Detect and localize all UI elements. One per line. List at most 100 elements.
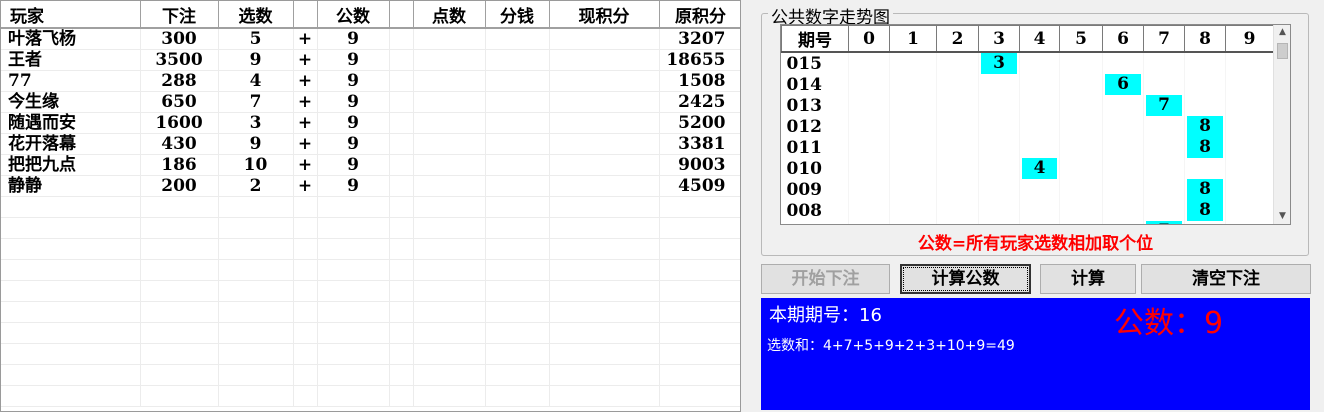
current-score-cell <box>549 175 660 197</box>
table-row[interactable]: 随遇而安 1600 3 +9 5200 <box>1 112 740 134</box>
trend-col-header-digit[interactable]: 7 <box>1143 25 1185 53</box>
trend-empty-marker <box>1062 74 1100 95</box>
trend-col-header-digit[interactable]: 8 <box>1184 25 1226 53</box>
player-name-cell <box>1 322 141 344</box>
trend-empty-cell <box>1225 200 1273 221</box>
calc-button[interactable]: 计算 <box>1040 264 1136 294</box>
trend-empty-cell <box>1143 200 1185 221</box>
col-header-operator[interactable] <box>293 1 318 29</box>
col-header-pick[interactable]: 选数 <box>218 1 294 29</box>
trend-empty-marker <box>851 95 887 116</box>
col-header-original-score[interactable]: 原积分 <box>659 1 740 29</box>
trend-col-header-digit[interactable]: 6 <box>1102 25 1144 53</box>
operator-cell <box>293 280 318 302</box>
trend-empty-cell <box>1225 74 1273 95</box>
start-bet-button[interactable]: 开始下注 <box>761 264 890 294</box>
trend-row[interactable]: 012 8 <box>781 116 1273 137</box>
table-row[interactable] <box>1 385 740 407</box>
trend-row[interactable]: 009 8 <box>781 179 1273 200</box>
trend-col-header-digit[interactable]: 0 <box>848 25 890 53</box>
trend-empty-marker <box>939 158 976 179</box>
table-row[interactable] <box>1 343 740 365</box>
table-row[interactable]: 把把九点 186 10 +9 9003 <box>1 154 740 176</box>
trend-empty-cell <box>1102 158 1144 179</box>
col-header-points[interactable]: 点数 <box>413 1 486 29</box>
bet-amount-cell <box>140 217 219 239</box>
trend-empty-cell <box>1059 137 1103 158</box>
trend-row[interactable]: 014 6 <box>781 74 1273 95</box>
blank-cell <box>389 70 414 92</box>
col-header-public[interactable]: 公数 <box>317 1 390 29</box>
trend-list[interactable]: 期号 0 1 2 3 4 5 6 7 8 9 015 3 014 6 013 7 012 8 011 8 010 4 009… <box>780 24 1291 225</box>
table-row[interactable] <box>1 364 740 386</box>
trend-col-header-digit[interactable]: 5 <box>1059 25 1103 53</box>
trend-empty-marker <box>1105 158 1141 179</box>
table-row[interactable] <box>1 217 740 239</box>
table-row[interactable]: 叶落飞杨 300 5 +9 3207 <box>1 28 740 50</box>
col-header-current-score[interactable]: 现积分 <box>549 1 660 29</box>
blank-cell <box>389 343 414 365</box>
trend-hit-cell: 4 <box>1019 158 1060 179</box>
trend-empty-marker <box>1187 95 1223 116</box>
bet-amount-cell <box>140 238 219 260</box>
payout-cell <box>485 238 550 260</box>
scroll-thumb[interactable] <box>1277 43 1288 59</box>
trend-empty-marker <box>1187 158 1223 179</box>
scroll-up-arrow-icon[interactable]: ▲ <box>1274 25 1290 40</box>
bet-amount-cell <box>140 343 219 365</box>
calc-public-button[interactable]: 计算公数 <box>900 264 1031 294</box>
trend-row[interactable]: 008 8 <box>781 200 1273 221</box>
trend-row[interactable]: 015 3 <box>781 52 1273 74</box>
col-header-payout[interactable]: 分钱 <box>485 1 550 29</box>
trend-empty-marker <box>1105 179 1141 200</box>
trend-empty-cell <box>1059 221 1103 224</box>
original-score-cell <box>659 301 740 323</box>
trend-empty-cell <box>936 158 979 179</box>
trend-row[interactable]: 010 4 <box>781 158 1273 179</box>
table-row[interactable] <box>1 322 740 344</box>
trend-col-header-digit[interactable]: 2 <box>936 25 979 53</box>
bet-amount-cell <box>140 259 219 281</box>
current-score-cell <box>549 217 660 239</box>
trend-scrollbar[interactable]: ▲ ▼ <box>1273 25 1290 224</box>
col-header-blank[interactable] <box>389 1 414 29</box>
table-row[interactable] <box>1 301 740 323</box>
trend-empty-marker <box>851 137 887 158</box>
trend-empty-cell <box>1019 137 1060 158</box>
table-row[interactable]: 花开落幕 430 9 +9 3381 <box>1 133 740 155</box>
trend-empty-marker <box>892 200 934 221</box>
trend-empty-cell <box>889 158 937 179</box>
player-table[interactable]: 玩家 下注 选数 公数 点数 分钱 现积分 原积分 叶落飞杨 300 5 +9 3207… <box>0 0 741 412</box>
table-row[interactable]: 77 288 4 +9 1508 <box>1 70 740 92</box>
payout-cell <box>485 343 550 365</box>
col-header-bet[interactable]: 下注 <box>140 1 219 29</box>
trend-empty-marker <box>1146 53 1182 74</box>
scroll-down-arrow-icon[interactable]: ▼ <box>1274 209 1290 224</box>
table-row[interactable] <box>1 196 740 218</box>
trend-col-header-digit[interactable]: 3 <box>978 25 1020 53</box>
clear-bets-button[interactable]: 清空下注 <box>1141 264 1311 294</box>
table-row[interactable]: 今生缘 650 7 +9 2425 <box>1 91 740 113</box>
trend-empty-cell <box>936 116 979 137</box>
trend-col-header-digit[interactable]: 9 <box>1225 25 1273 53</box>
trend-col-header-period[interactable]: 期号 <box>781 25 849 53</box>
table-row[interactable] <box>1 238 740 260</box>
trend-col-header-digit[interactable]: 1 <box>889 25 937 53</box>
player-table-header: 玩家 下注 选数 公数 点数 分钱 现积分 原积分 <box>1 1 740 29</box>
trend-empty-marker <box>892 158 934 179</box>
trend-row[interactable]: 7 <box>781 221 1273 224</box>
trend-row[interactable]: 013 7 <box>781 95 1273 116</box>
picked-number-cell <box>218 385 294 407</box>
table-row[interactable]: 静静 200 2 +9 4509 <box>1 175 740 197</box>
trend-row[interactable]: 011 8 <box>781 137 1273 158</box>
trend-empty-marker <box>1187 221 1223 224</box>
public-number-cell: 9 <box>317 133 390 155</box>
bet-amount-cell: 288 <box>140 70 219 92</box>
table-row[interactable]: 王者 3500 9 +9 18655 <box>1 49 740 71</box>
trend-empty-cell <box>1019 52 1060 74</box>
trend-col-header-digit[interactable]: 4 <box>1019 25 1060 53</box>
table-row[interactable] <box>1 280 740 302</box>
col-header-player[interactable]: 玩家 <box>1 1 141 29</box>
table-row[interactable] <box>1 259 740 281</box>
operator-cell <box>293 343 318 365</box>
